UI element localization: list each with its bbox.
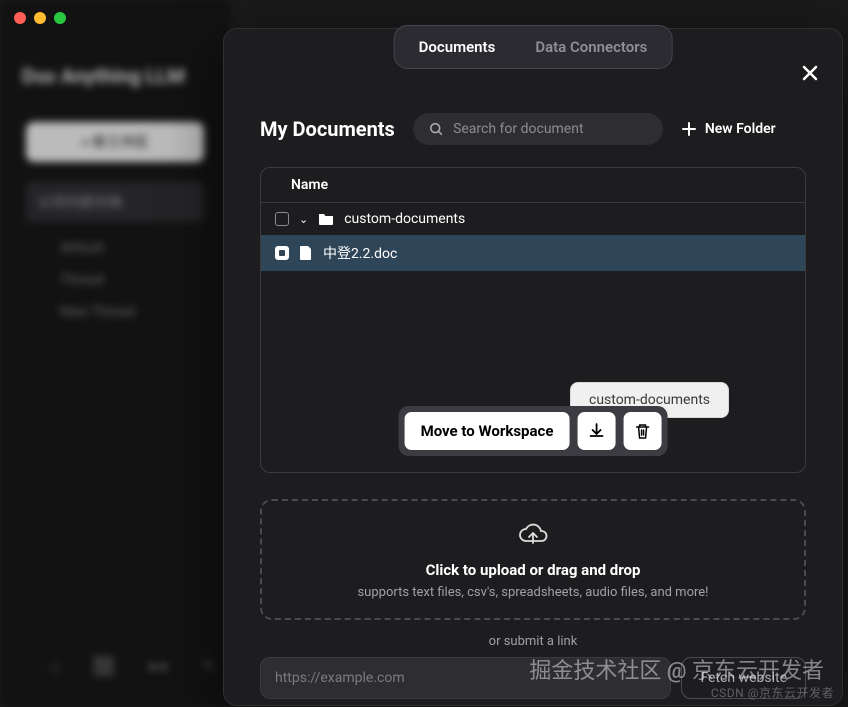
plus-icon [681,121,697,137]
url-input[interactable] [260,657,671,699]
table-row[interactable]: ⌄ custom-documents [261,203,805,235]
folder-name: custom-documents [344,211,465,227]
row-checkbox[interactable] [275,246,289,260]
search-box[interactable] [413,113,663,145]
footer-icon[interactable]: ⌂ [50,656,61,677]
footer-icon[interactable]: ✎ [201,656,216,677]
workspace-item[interactable]: 公司内部文档 [26,182,204,222]
thread-item[interactable]: New Thread [0,296,230,328]
table-row[interactable]: 中登2.2.doc [261,235,805,271]
new-workspace-button[interactable]: + 新工作区 [26,122,204,162]
new-folder-label: New Folder [705,121,776,137]
maximize-window-icon[interactable] [54,12,66,24]
documents-table: Name ⌄ custom-documents 中登2.2.doc custom… [260,167,806,473]
search-input[interactable] [453,121,647,137]
download-button[interactable] [577,412,615,450]
footer-icon[interactable]: ●● [147,656,169,677]
file-icon [299,245,313,261]
brand-title: D∞ Anything LLM [0,50,230,102]
upload-subtitle: supports text files, csv's, spreadsheets… [282,585,784,600]
move-to-workspace-button[interactable]: Move to Workspace [405,412,570,450]
folder-icon [318,212,334,226]
documents-modal: Documents Data Connectors My Documents N… [223,28,843,706]
cloud-upload-icon [518,523,548,547]
sidebar: D∞ Anything LLM + 新工作区 公司内部文档 default Th… [0,0,230,707]
tab-data-connectors[interactable]: Data Connectors [515,30,667,64]
column-header-name: Name [261,168,805,203]
new-folder-button[interactable]: New Folder [681,121,776,137]
window-controls [14,12,66,24]
close-window-icon[interactable] [14,12,26,24]
delete-button[interactable] [623,412,661,450]
tab-documents[interactable]: Documents [399,30,516,64]
fetch-website-button[interactable]: Fetch website [681,657,806,699]
upload-title: Click to upload or drag and drop [282,561,784,579]
download-icon [587,422,605,440]
upload-dropzone[interactable]: Click to upload or drag and drop support… [260,499,806,620]
close-icon[interactable] [800,63,820,87]
thread-item[interactable]: Thread [0,264,230,296]
submit-link-label: or submit a link [260,634,806,649]
minimize-window-icon[interactable] [34,12,46,24]
file-name: 中登2.2.doc [323,243,397,263]
thread-item[interactable]: default [0,232,230,264]
trash-icon [633,422,651,440]
row-checkbox[interactable] [275,212,289,226]
footer-icon[interactable]: ⬛ [93,656,115,677]
page-title: My Documents [260,117,395,141]
tabs: Documents Data Connectors [394,25,673,69]
action-bar: Move to Workspace [399,406,668,456]
chevron-down-icon[interactable]: ⌄ [299,213,308,226]
search-icon [429,121,443,137]
